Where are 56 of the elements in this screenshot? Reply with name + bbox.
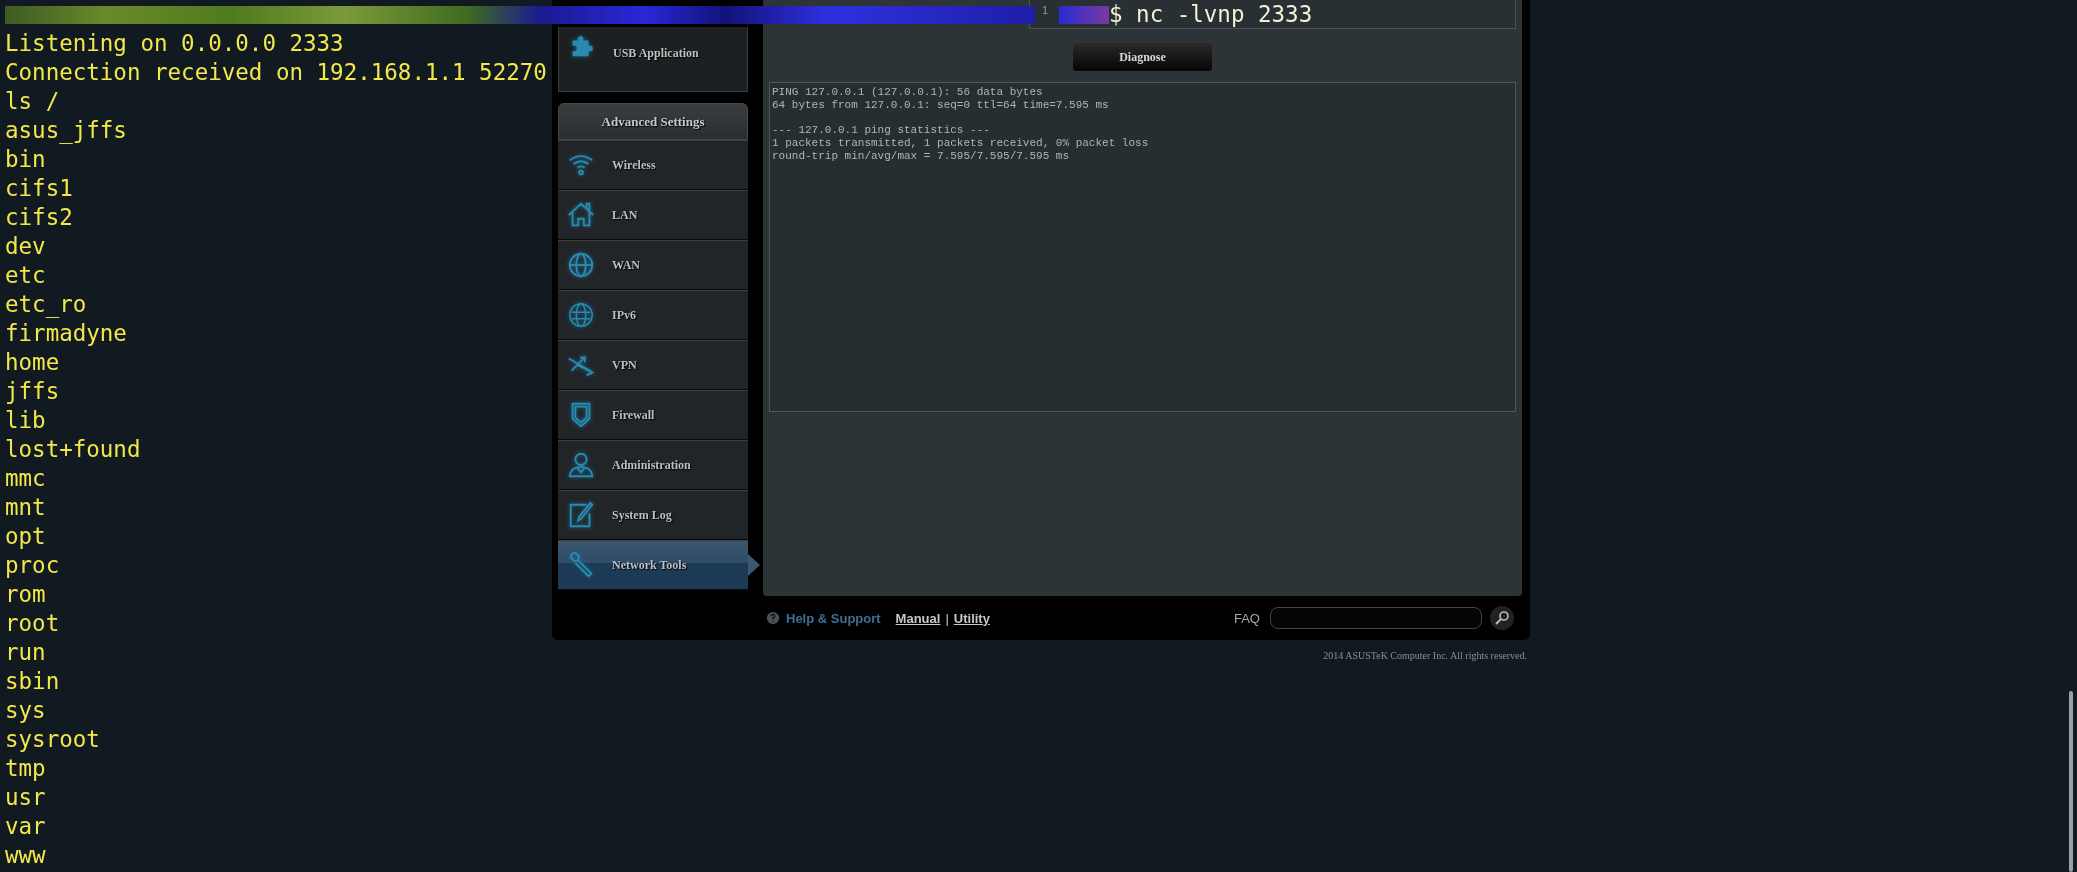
scrollbar-thumb[interactable] bbox=[2069, 691, 2073, 872]
terminal-line: tmp bbox=[5, 754, 46, 783]
help-link[interactable]: Help & Support bbox=[786, 610, 881, 626]
terminal-line: Listening on 0.0.0.0 2333 bbox=[5, 29, 344, 58]
terminal-line: jffs bbox=[5, 377, 60, 406]
terminal-line: Connection received on 192.168.1.1 52270 bbox=[5, 58, 547, 87]
section-header: Advanced Settings bbox=[558, 103, 748, 140]
terminal-line: mnt bbox=[5, 493, 46, 522]
search-button[interactable] bbox=[1489, 606, 1514, 630]
terminal-line: lib bbox=[5, 406, 46, 435]
terminal-line: proc bbox=[5, 551, 60, 580]
copyright-text: 2014 ASUSTeK Computer Inc. All rights reserved. bbox=[1323, 650, 1527, 661]
separator-text: | bbox=[945, 610, 949, 626]
person-icon bbox=[566, 450, 596, 480]
sidebar-item[interactable]: WAN bbox=[558, 240, 748, 290]
terminal-line: cifs2 bbox=[5, 203, 73, 232]
terminal-line: asus_jffs bbox=[5, 116, 127, 145]
terminal-line: root bbox=[5, 609, 60, 638]
terminal-command: $ nc -lvnp 2333 bbox=[1109, 0, 1313, 29]
diagnose-button[interactable]: Diagnose bbox=[1072, 42, 1213, 72]
sidebar-item[interactable]: Administration bbox=[558, 440, 748, 490]
terminal-line: bin bbox=[5, 145, 46, 174]
terminal-line: var bbox=[5, 812, 46, 841]
ping-output-text: PING 127.0.0.1 (127.0.0.1): 56 data bytes 64 bytes from 127.0.0.1: seq=0 ttl=64 time=7.595 ms --- 127.0.0.1 ping statistics --- 1 packets transmitted, 1 packets received, 0% packet loss round-trip min/avg/max = 7.595/7.595/7.595 ms bbox=[772, 86, 1149, 163]
sidebar-item[interactable]: Firewall bbox=[558, 390, 748, 440]
sidebar-item[interactable]: IPv6 bbox=[558, 290, 748, 340]
terminal-line: cifs1 bbox=[5, 174, 73, 203]
terminal-line: sbin bbox=[5, 667, 60, 696]
faq-search-field[interactable] bbox=[1269, 607, 1482, 629]
terminal-line: mmc bbox=[5, 464, 46, 493]
terminal-line: rom bbox=[5, 580, 46, 609]
terminal-line: ls / bbox=[5, 87, 60, 116]
terminal-line: lost+found bbox=[5, 435, 141, 464]
manual-link[interactable]: Manual bbox=[895, 610, 941, 626]
utility-link[interactable]: Utility bbox=[953, 610, 990, 626]
terminal-line: www bbox=[5, 841, 46, 870]
terminal-line: run bbox=[5, 638, 46, 667]
terminal-line: opt bbox=[5, 522, 46, 551]
sidebar-item[interactable]: System Log bbox=[558, 490, 748, 540]
sidebar-item[interactable]: LAN bbox=[558, 190, 748, 240]
globe-icon bbox=[566, 250, 596, 280]
faq-label: FAQ bbox=[1233, 610, 1260, 626]
sidebar-item[interactable]: USB Application bbox=[558, 27, 748, 92]
help-icon bbox=[766, 611, 780, 625]
sidebar-item[interactable]: VPN bbox=[558, 340, 748, 390]
terminal-line: sys bbox=[5, 696, 46, 725]
globe-icon bbox=[566, 300, 596, 330]
search-icon bbox=[1493, 610, 1510, 626]
terminal-line: etc bbox=[5, 261, 46, 290]
terminal-line: etc_ro bbox=[5, 290, 87, 319]
terminal-line: sysroot bbox=[5, 725, 100, 754]
terminal-line: usr bbox=[5, 783, 46, 812]
terminal-line: dev bbox=[5, 232, 46, 261]
terminal-line: firmadyne bbox=[5, 319, 127, 348]
sidebar-item[interactable]: Wireless bbox=[558, 140, 748, 190]
terminal-line: home bbox=[5, 348, 60, 377]
